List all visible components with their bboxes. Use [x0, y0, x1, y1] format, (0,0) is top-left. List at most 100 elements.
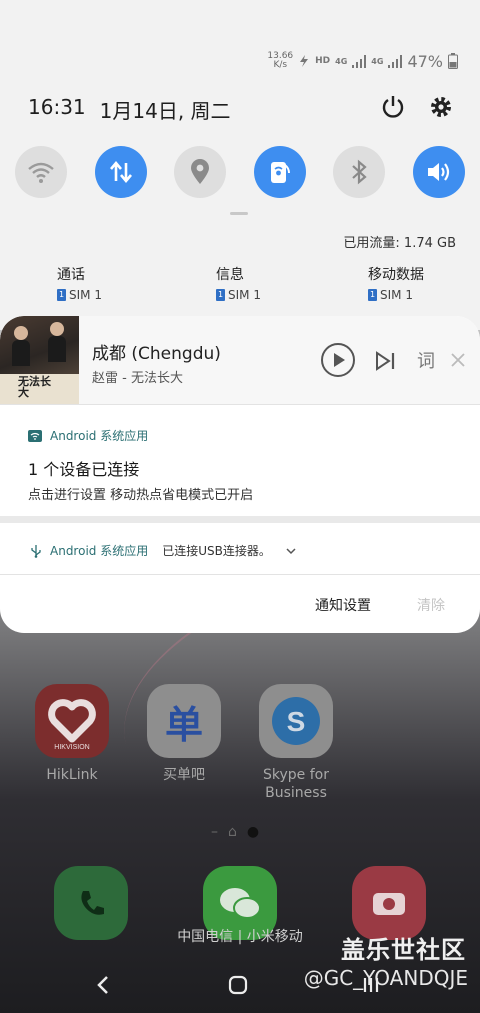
sim-setting-calls[interactable]: 通话 1 SIM 1: [57, 266, 102, 302]
notification-separator: [0, 516, 480, 523]
signal-icon: [352, 54, 367, 68]
notification-app-name: Android 系统应用: [50, 429, 149, 443]
play-icon: [321, 343, 355, 377]
notification-text: 已连接USB连接器。: [162, 544, 271, 558]
divider: [0, 404, 480, 405]
page-indicator: –⌂●: [0, 824, 480, 840]
album-art-text: 无法长大: [18, 375, 51, 399]
sim-setting-title: 信息: [216, 267, 244, 283]
skype-icon: S: [259, 684, 333, 758]
power-icon: [382, 96, 404, 118]
wechat-icon: [220, 888, 261, 919]
album-art-figure-2: [50, 322, 64, 336]
home-square-icon: [228, 975, 248, 995]
sim-label: SIM 1: [69, 288, 102, 302]
camera-icon: [373, 893, 405, 915]
skip-next-icon: [376, 351, 395, 371]
maidanba-icon: 单: [147, 684, 221, 758]
data-arrows-icon: [110, 160, 132, 184]
back-button[interactable]: [88, 970, 118, 1000]
skip-next-button[interactable]: [372, 348, 398, 374]
panel-drag-handle[interactable]: [230, 212, 248, 215]
phone-icon: [81, 891, 104, 915]
page-dot: –: [210, 824, 228, 840]
app-label-hiklink: HikLink: [46, 767, 98, 783]
hd-label: HD: [315, 56, 331, 66]
media-notification[interactable]: 无法长大 成都 (Chengdu) 赵雷 - 无法长大 词: [0, 316, 480, 404]
album-art-figure: [14, 326, 28, 340]
notification-card: 无法长大 成都 (Chengdu) 赵雷 - 无法长大 词 Android 系统…: [0, 316, 480, 633]
sim-badge-icon: 1: [57, 289, 66, 301]
time-date-row: 16:31 1月14日, 周二: [28, 95, 231, 124]
sim-setting-value: 1 SIM 1: [216, 288, 261, 302]
speaker-icon: [428, 163, 450, 181]
app-label-skype-line1: Skype for: [263, 767, 329, 783]
sim-setting-title: 移动数据: [368, 267, 424, 283]
notification-title: 1 个设备已连接: [28, 460, 140, 479]
recents-icon: [363, 978, 379, 992]
back-icon: [97, 976, 108, 994]
song-title: 成都 (Chengdu): [92, 344, 221, 364]
network-type-2: 4G: [371, 56, 384, 66]
battery-icon: [448, 53, 458, 69]
album-art-figure-body: [12, 340, 30, 366]
notification-app-name: Android 系统应用: [50, 544, 149, 558]
app-label-maidanba: 买单吧: [163, 767, 205, 783]
app-label-skype-line2: Business: [265, 785, 327, 801]
song-artist: 赵雷 - 无法长大: [92, 371, 183, 386]
data-usage-label: 已用流量: 1.74 GB: [343, 236, 456, 251]
settings-button[interactable]: [428, 94, 454, 120]
chevron-down-icon[interactable]: [285, 547, 297, 555]
recents-button[interactable]: [356, 970, 386, 1000]
play-button[interactable]: [320, 342, 356, 378]
tile-bluetooth[interactable]: [333, 146, 385, 198]
tile-mobile-data[interactable]: [95, 146, 147, 198]
tile-location[interactable]: [174, 146, 226, 198]
svg-text:S: S: [287, 706, 306, 737]
network-type-1: 4G: [335, 56, 348, 66]
clock-time: 16:31: [28, 95, 86, 119]
tile-wifi[interactable]: [15, 146, 67, 198]
page-dot-active: ●: [246, 824, 270, 840]
app-maidanba[interactable]: 单 买单吧: [124, 684, 244, 784]
sim-label: SIM 1: [228, 288, 261, 302]
maidanba-glyph: 单: [164, 702, 203, 747]
app-hiklink[interactable]: HIKVISION HikLink: [12, 684, 132, 784]
hotspot-icon: [271, 162, 290, 183]
net-speed-unit: K/s: [273, 60, 288, 70]
lyrics-label: 词: [417, 351, 435, 372]
tile-hotspot[interactable]: [254, 146, 306, 198]
gear-icon: [431, 97, 451, 117]
battery-percent: 47%: [407, 51, 443, 71]
notification-app-header: Android 系统应用: [28, 427, 148, 444]
album-art-figure-body-2: [48, 336, 66, 362]
power-button[interactable]: [380, 94, 406, 120]
hiklink-icon: HIKVISION: [35, 684, 109, 758]
navigation-bar: [0, 960, 480, 1010]
date-label[interactable]: 1月14日, 周二: [100, 95, 231, 124]
sim-badge-icon: 1: [216, 289, 225, 301]
close-media-button[interactable]: [448, 350, 468, 370]
bolt-icon: [300, 55, 309, 67]
wifi-icon: [28, 162, 54, 183]
lyrics-button[interactable]: 词: [413, 346, 439, 374]
tile-sound[interactable]: [413, 146, 465, 198]
sim-setting-value: 1 SIM 1: [368, 288, 424, 302]
bluetooth-icon: [352, 159, 367, 185]
sim-setting-mobile-data[interactable]: 移动数据 1 SIM 1: [368, 266, 424, 302]
sim-setting-messages[interactable]: 信息 1 SIM 1: [216, 266, 261, 302]
usb-icon: [31, 544, 41, 558]
notification-settings-button[interactable]: 通知设置: [315, 595, 371, 615]
home-button[interactable]: [223, 970, 253, 1000]
sim-label: SIM 1: [380, 288, 413, 302]
sim-setting-value: 1 SIM 1: [57, 288, 102, 302]
hiklink-brand-text: HIKVISION: [54, 744, 89, 751]
close-icon: [451, 353, 465, 367]
usb-notification[interactable]: Android 系统应用 已连接USB连接器。: [30, 542, 297, 559]
notification-text: 点击进行设置 移动热点省电模式已开启: [28, 488, 254, 503]
sim-setting-title: 通话: [57, 267, 85, 283]
clear-button[interactable]: 清除: [417, 595, 445, 615]
app-skype-business[interactable]: S Skype for Business: [236, 684, 356, 802]
quick-settings-panel: 13.66 K/s HD 4G 4G 47% 16:31 1月14日, 周二 已…: [0, 0, 480, 330]
album-art: 无法长大: [0, 316, 79, 404]
